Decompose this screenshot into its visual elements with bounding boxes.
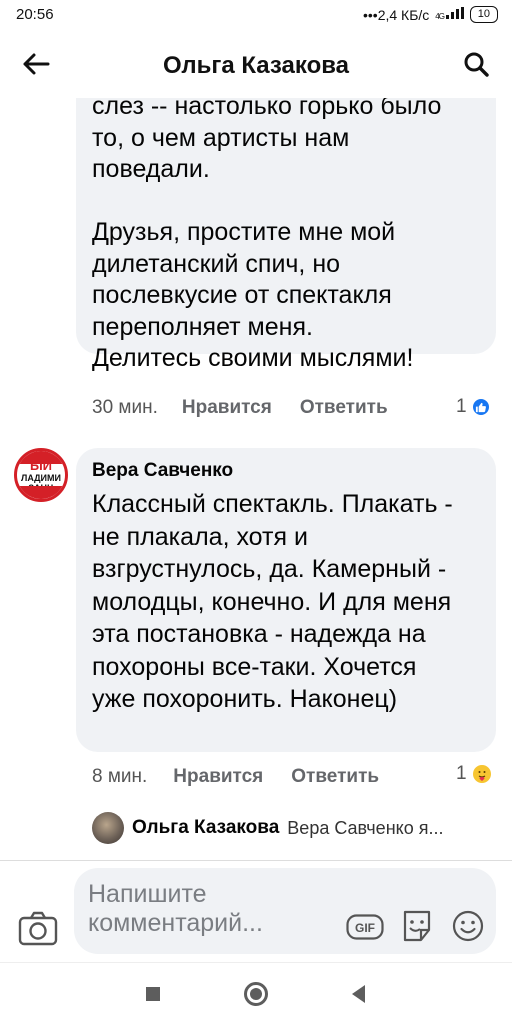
comment-author[interactable]: Вера Савченко (92, 460, 233, 482)
camera-button[interactable] (18, 910, 58, 950)
reaction-summary[interactable]: 1 (456, 763, 493, 785)
comment-time: 30 мин. (92, 397, 158, 418)
comments-thread[interactable]: слез -- настолько горько было то, о чем … (0, 98, 512, 858)
reply-button[interactable]: Ответить (300, 397, 388, 419)
system-nav-bar (0, 962, 512, 1024)
reaction-count: 1 (456, 763, 467, 784)
comment-bubble: Вера Савченко Классный спектакль. Плакат… (76, 448, 496, 752)
avatar[interactable]: ЫЙ ЛАДИМИ ЗАНЦ (14, 448, 68, 502)
like-button[interactable]: Нравится (173, 766, 263, 788)
reaction-summary[interactable]: 1 (456, 396, 491, 418)
comment-input[interactable]: Напишите комментарий... (88, 880, 333, 938)
signal-icon: 4G (435, 7, 464, 22)
comment-composer[interactable]: Напишите комментарий... GIF (74, 868, 496, 954)
comment-text: Классный спектакль. Плакать - не плакала… (92, 490, 453, 713)
like-reaction-icon (470, 397, 491, 417)
network-speed: •••2,4 КБ/с (362, 6, 430, 23)
care-reaction-icon (470, 763, 493, 785)
home-icon[interactable] (244, 982, 268, 1006)
page-title: Ольга Казакова (162, 52, 350, 79)
sticker-icon (403, 910, 431, 942)
sticker-button[interactable] (399, 908, 435, 944)
camera-icon (18, 911, 58, 946)
comment-bubble: слез -- настолько горько было то, о чем … (76, 98, 496, 372)
avatar (92, 812, 124, 844)
recents-icon[interactable] (146, 987, 160, 1001)
like-button[interactable]: Нравится (182, 397, 272, 419)
search-icon (464, 52, 489, 77)
status-bar: 20:56 •••2,4 КБ/с 4G 10 (0, 0, 512, 30)
reply-button[interactable]: Ответить (291, 766, 379, 788)
status-indicators: •••2,4 КБ/с 4G 10 (363, 6, 498, 23)
comment-actions: 8 мин. Нравится Ответить (92, 766, 379, 788)
comment-text: слез -- настолько горько было то, о чем … (92, 98, 442, 372)
battery-icon: 10 (469, 6, 498, 23)
app-header: Ольга Казакова (0, 30, 512, 98)
comment-actions: 30 мин. Нравится Ответить (92, 397, 388, 419)
back-nav-icon[interactable] (352, 985, 365, 1003)
reply-author: Ольга Казакова (132, 817, 280, 838)
search-button[interactable] (458, 46, 494, 82)
emoji-button[interactable] (450, 908, 486, 944)
reply-text: Вера Савченко я... (287, 817, 444, 838)
gif-button[interactable]: GIF (346, 914, 384, 940)
status-time: 20:56 (16, 6, 54, 23)
reply-preview[interactable]: Ольга Казакова Вера Савченко я... (92, 812, 443, 844)
comment-time: 8 мин. (92, 766, 148, 787)
divider (0, 860, 512, 861)
reaction-count: 1 (456, 396, 467, 417)
emoji-icon (452, 910, 484, 942)
gif-label: GIF (355, 921, 375, 935)
